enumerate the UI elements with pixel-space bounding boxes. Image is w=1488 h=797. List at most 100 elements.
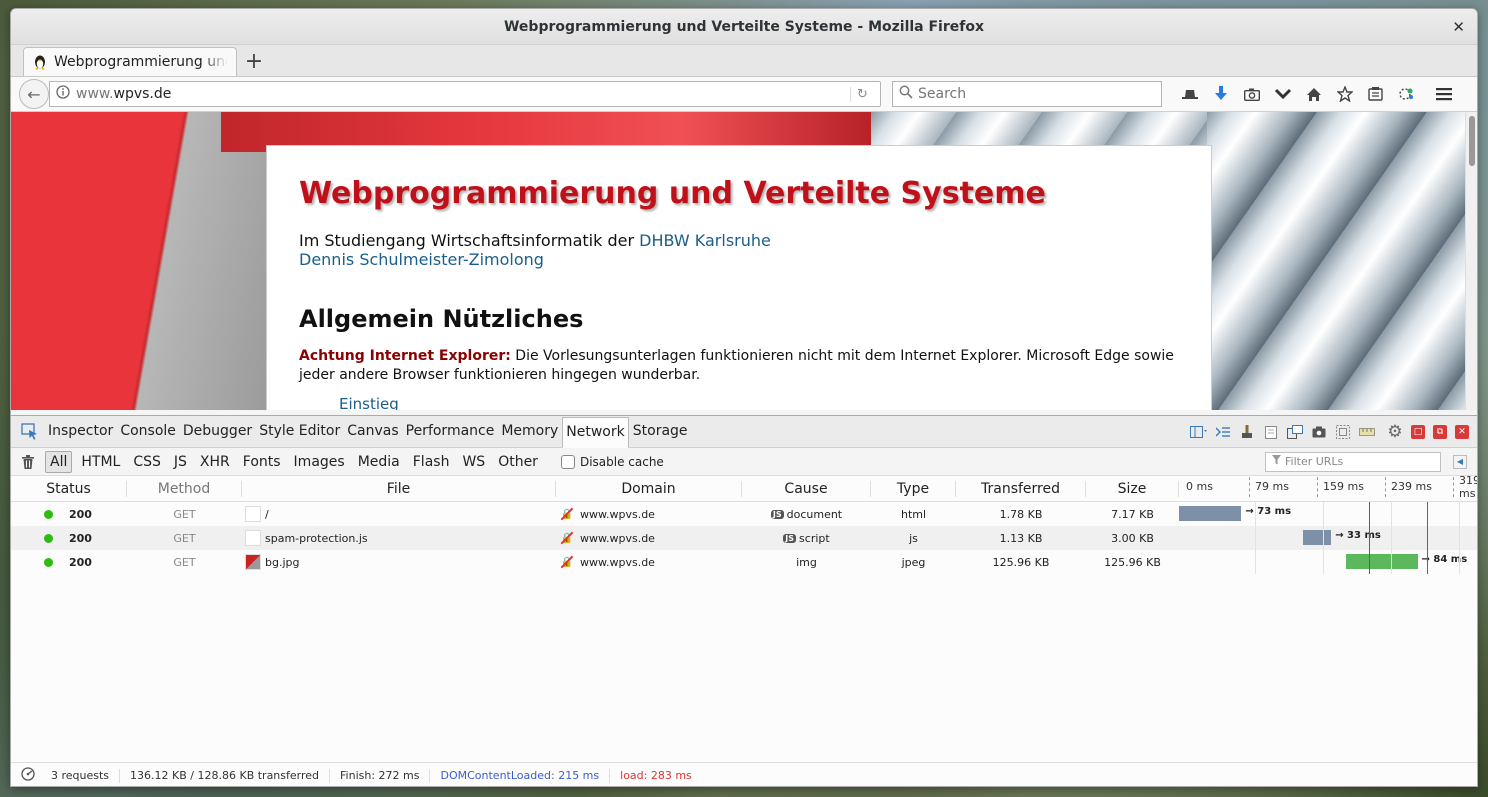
toggle-sidebar-icon[interactable]: ◀ [1453,454,1467,469]
filter-urls-placeholder: Filter URLs [1285,455,1344,468]
table-row[interactable]: 200 GET / 🔒 www.wpvs.de JS document html 1.78 KB… [11,502,1477,526]
screenshot-icon[interactable] [1307,420,1331,444]
tab-performance[interactable]: Performance [403,416,498,447]
tab-console[interactable]: Console [117,416,179,447]
insecure-connection-icon: 🔒 [560,556,574,568]
table-row[interactable]: 200 GET spam-protection.js 🔒 www.wpvs.de JS sc… [11,526,1477,550]
column-transferred[interactable]: Transferred [956,480,1086,497]
new-tab-button[interactable]: + [239,47,269,76]
tab-canvas[interactable]: Canvas [344,416,401,447]
extension-icon[interactable] [1391,80,1422,108]
disable-cache-label: Disable cache [579,454,664,469]
dock-window-icon[interactable]: ⧉ [1433,424,1447,439]
scratchpad-icon[interactable] [1259,420,1283,444]
tab-inspector[interactable]: Inspector [45,416,116,447]
waterfall-tick: 159 ms [1317,476,1364,497]
split-console-icon[interactable] [1187,420,1211,444]
filter-flash[interactable]: Flash [409,451,454,473]
page-content: Webprogrammierung und Verteilte Systeme … [11,112,1477,410]
title-bar: Webprogrammierung und Verteilte Systeme … [11,9,1477,45]
filter-urls-input[interactable]: Filter URLs [1265,451,1441,472]
waterfall-duration: → 33 ms [1335,530,1381,541]
responsive-design-icon[interactable] [1283,420,1307,444]
cut-off-link[interactable]: Einstieg [339,395,1179,410]
indent-icon[interactable] [1211,420,1235,444]
disable-cache-option[interactable]: Disable cache [560,454,664,469]
column-size[interactable]: Size [1086,480,1179,497]
tab-debugger[interactable]: Debugger [180,416,255,447]
dhbw-link[interactable]: DHBW Karlsruhe [639,231,771,250]
performance-analysis-icon[interactable] [21,767,35,784]
camera-icon[interactable] [1236,80,1267,108]
reload-icon[interactable]: ↻ [850,86,874,102]
frames-icon[interactable] [1331,420,1355,444]
search-bar[interactable] [892,81,1162,107]
status-code: 200 [69,507,92,521]
paintbrush-icon[interactable] [1235,420,1259,444]
dom-content-loaded: DOMContentLoaded: 215 ms [430,768,611,783]
table-header: Status Method File Domain Cause Type Tra… [11,474,1477,502]
tab-style-editor[interactable]: Style Editor [256,416,343,447]
column-status[interactable]: Status [11,480,127,497]
filter-js[interactable]: JS [170,451,191,473]
disable-cache-checkbox[interactable] [560,454,575,469]
reading-list-icon[interactable] [1360,80,1391,108]
js-badge-icon: JS [783,533,797,543]
home-icon[interactable] [1298,80,1329,108]
hamburger-menu-icon[interactable] [1428,80,1459,108]
element-picker-icon[interactable] [15,417,45,447]
column-type[interactable]: Type [871,480,956,497]
pocket-icon[interactable] [1267,80,1298,108]
tab-title: Webprogrammierung und Verteilte Systeme [54,54,228,70]
tab-wpvs[interactable]: Webprogrammierung und Verteilte Systeme [23,47,237,76]
tab-network[interactable]: Network [562,416,629,448]
subline: Im Studiengang Wirtschaftsinformatik der… [299,231,1179,269]
cause-text: document [786,507,843,521]
filter-html[interactable]: HTML [77,451,124,473]
download-icon[interactable] [1205,80,1236,108]
window-title: Webprogrammierung und Verteilte Systeme … [503,18,984,35]
section-heading: Allgemein Nützliches [299,305,584,333]
scrollbar-thumb[interactable] [1469,116,1475,166]
settings-gear-icon[interactable]: ⚙ [1383,420,1407,444]
author-link[interactable]: Dennis Schulmeister-Zimolong [299,250,544,269]
filter-xhr[interactable]: XHR [196,451,234,473]
request-count: 3 requests [41,768,121,783]
close-devtools-icon[interactable]: ✕ [1455,424,1469,439]
filter-fonts[interactable]: Fonts [239,451,285,473]
close-window-button[interactable]: ✕ [1452,18,1465,36]
devtools-panel: Inspector Console Debugger Style Editor Canv… [11,415,1477,786]
dock-bottom-icon[interactable]: □ [1411,424,1425,439]
table-row[interactable]: 200 GET bg.jpg 🔒 www.wpvs.de img jpeg 125.96 KB… [11,550,1477,574]
background-glass-roof-top [871,112,1231,147]
column-file[interactable]: File [242,480,556,497]
filter-all[interactable]: All [45,450,73,473]
file-name: bg.jpg [265,555,300,569]
filter-ws[interactable]: WS [458,451,489,473]
url-text[interactable]: www.wpvs.de [76,86,844,102]
page-title: Webprogrammierung und Verteilte Systeme [299,176,1046,211]
page-scrollbar[interactable] [1465,112,1477,410]
cell-domain: 🔒 www.wpvs.de [556,502,742,526]
hat-icon[interactable] [1174,80,1205,108]
ruler-icon[interactable] [1355,420,1379,444]
info-icon[interactable] [56,85,70,103]
back-button[interactable]: ← [19,79,49,109]
tab-storage[interactable]: Storage [630,416,691,447]
column-waterfall[interactable]: 0 ms 79 ms 159 ms 239 ms 319 ms [1179,474,1477,500]
domain-name: www.wpvs.de [580,531,655,545]
insecure-connection-icon: 🔒 [560,508,574,520]
waterfall-tick: 0 ms [1186,480,1213,493]
trash-icon[interactable] [17,451,39,473]
tab-memory[interactable]: Memory [498,416,561,447]
filter-media[interactable]: Media [354,451,404,473]
search-input[interactable] [918,86,1155,102]
bookmark-star-icon[interactable] [1329,80,1360,108]
column-cause[interactable]: Cause [742,480,871,497]
url-bar[interactable]: www.wpvs.de ↻ [49,81,881,107]
column-domain[interactable]: Domain [556,480,742,497]
filter-css[interactable]: CSS [129,451,165,473]
column-method[interactable]: Method [127,480,242,497]
filter-images[interactable]: Images [290,451,349,473]
filter-other[interactable]: Other [494,451,542,473]
